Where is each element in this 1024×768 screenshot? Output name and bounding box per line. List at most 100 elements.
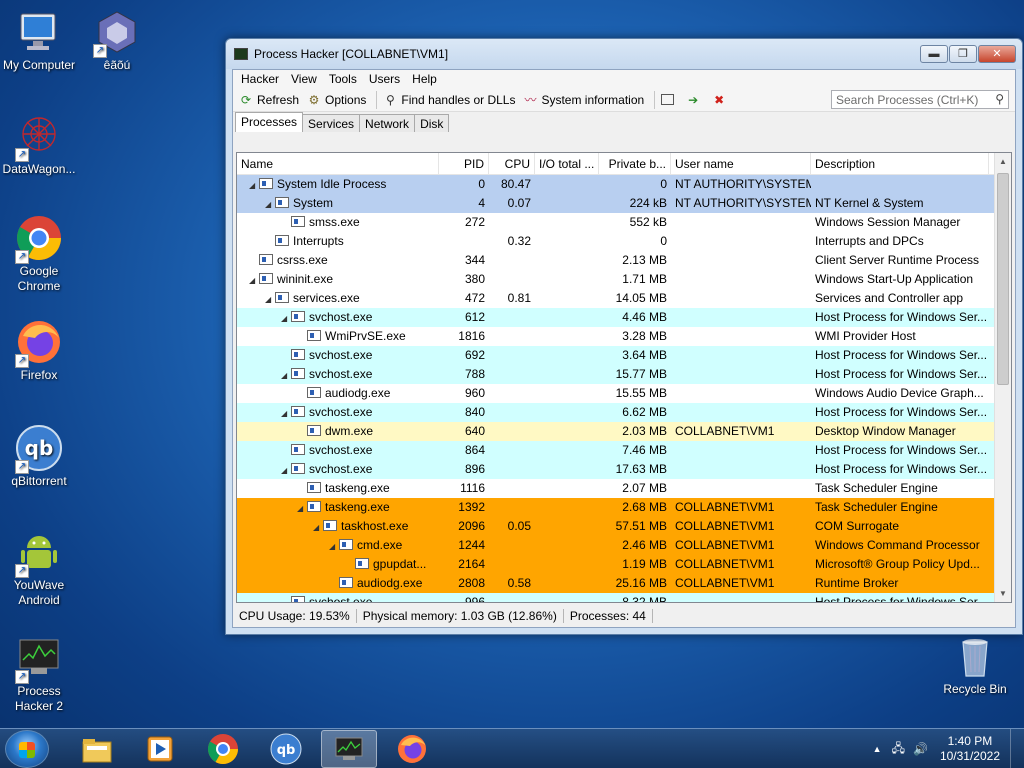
column-user-name[interactable]: User name	[671, 153, 811, 174]
process-row[interactable]: smss.exe 272 552 kB Windows Session Manager	[237, 213, 1011, 232]
process-icon	[275, 197, 289, 209]
process-row[interactable]: ◢ System Idle Process 0 80.47 0 NT AUTHORITY\…	[237, 175, 1011, 194]
process-row[interactable]: Interrupts 0.32 0 Interrupts and DPCs	[237, 232, 1011, 251]
column-private-bytes[interactable]: Private b...	[599, 153, 671, 174]
show-hidden-icons-icon[interactable]: ▲	[873, 744, 882, 754]
system-information-button[interactable]: 〰 System information	[521, 90, 650, 110]
process-icon	[275, 292, 289, 304]
process-row[interactable]: audiodg.exe 2808 0.58 25.16 MB COLLABNET\VM1…	[237, 574, 1011, 593]
process-row[interactable]: ◢ wininit.exe 380 1.71 MB Windows Start-Up A…	[237, 270, 1011, 289]
terminate-button[interactable]: ✖	[710, 90, 736, 110]
process-row[interactable]: svchost.exe 864 7.46 MB Host Process for Wi…	[237, 441, 1011, 460]
menu-tools[interactable]: Tools	[323, 72, 363, 86]
user-name-cell	[671, 460, 811, 479]
tab-disk[interactable]: Disk	[414, 114, 450, 132]
expand-triangle-icon[interactable]: ◢	[281, 309, 291, 327]
desktop-icon-my-computer[interactable]: My Computer	[0, 8, 78, 73]
process-row[interactable]: svchost.exe 692 3.64 MB Host Process for Wi…	[237, 346, 1011, 365]
desktop-icon-firefox[interactable]: ↗ Firefox	[0, 318, 78, 383]
expand-triangle-icon[interactable]: ◢	[281, 366, 291, 384]
column-cpu[interactable]: CPU	[489, 153, 535, 174]
refresh-button[interactable]: ⟳ Refresh	[237, 90, 305, 110]
show-desktop-button[interactable]	[1010, 729, 1024, 768]
maximize-button[interactable]: ❐	[949, 45, 977, 63]
expand-triangle-icon[interactable]: ◢	[329, 537, 339, 555]
column-description[interactable]: Description	[811, 153, 989, 174]
desktop-icon-chrome[interactable]: ↗ Google Chrome	[0, 214, 78, 294]
expand-triangle-icon[interactable]: ◢	[265, 195, 275, 213]
start-button[interactable]	[5, 729, 49, 768]
description-cell: Task Scheduler Engine	[815, 481, 938, 495]
desktop-icon-process-hacker[interactable]: ↗ Process Hacker 2	[0, 634, 78, 714]
search-input[interactable]: Search Processes (Ctrl+K) ⚲	[831, 90, 1009, 109]
process-row[interactable]: gpupdat... 2164 1.19 MB COLLABNET\VM1 Micros…	[237, 555, 1011, 574]
process-row[interactable]: taskeng.exe 1116 2.07 MB Task Scheduler Eng…	[237, 479, 1011, 498]
expand-triangle-icon[interactable]: ◢	[265, 290, 275, 308]
menu-help[interactable]: Help	[406, 72, 443, 86]
process-hacker-window[interactable]: Process Hacker [COLLABNET\VM1] ▬ ❐ ✕ Hac…	[225, 38, 1023, 635]
process-row[interactable]: ◢ svchost.exe 612 4.46 MB Host Process for W…	[237, 308, 1011, 327]
expand-triangle-icon[interactable]: ◢	[249, 176, 259, 194]
user-name-cell	[671, 327, 811, 346]
pid-cell: 472	[464, 291, 485, 305]
vertical-scrollbar[interactable]: ▲ ▼	[994, 153, 1011, 602]
process-row[interactable]: ◢ services.exe 472 0.81 14.05 MB Services and…	[237, 289, 1011, 308]
expand-triangle-icon[interactable]: ◢	[281, 461, 291, 479]
process-icon	[291, 406, 305, 418]
pid-cell: 380	[464, 272, 485, 286]
process-row[interactable]: ◢ taskhost.exe 2096 0.05 57.51 MB COLLABNET\V…	[237, 517, 1011, 536]
description-cell: Host Process for Windows Ser...	[815, 367, 988, 381]
process-row[interactable]: WmiPrvSE.exe 1816 3.28 MB WMI Provider Host	[237, 327, 1011, 346]
process-row[interactable]: audiodg.exe 960 15.55 MB Windows Audio Devi…	[237, 384, 1011, 403]
column-pid[interactable]: PID	[439, 153, 489, 174]
scroll-thumb[interactable]	[997, 173, 1009, 385]
window-frame-button[interactable]	[659, 90, 684, 110]
tab-processes[interactable]: Processes	[235, 112, 304, 132]
desktop-icon-datawagon[interactable]: ↗ DataWagon...	[0, 112, 78, 177]
options-button[interactable]: ⚙ Options	[305, 90, 372, 110]
tab-services[interactable]: Services	[302, 114, 361, 132]
tab-network[interactable]: Network	[359, 114, 416, 132]
process-row[interactable]: ◢ svchost.exe 788 15.77 MB Host Process for …	[237, 365, 1011, 384]
desktop-icon-youwave[interactable]: ↗ YouWave Android	[0, 528, 78, 608]
minimize-button[interactable]: ▬	[920, 45, 948, 63]
menu-hacker[interactable]: Hacker	[235, 72, 285, 86]
clock[interactable]: 1:40 PM 10/31/2022	[940, 734, 1000, 764]
taskbar-firefox[interactable]	[384, 730, 440, 768]
column-io-total[interactable]: I/O total ...	[535, 153, 599, 174]
process-row[interactable]: ◢ cmd.exe 1244 2.46 MB COLLABNET\VM1 Windows …	[237, 536, 1011, 555]
expand-triangle-icon[interactable]: ◢	[297, 499, 307, 517]
find-handles-button[interactable]: ⚲ Find handles or DLLs	[381, 90, 521, 110]
process-row[interactable]: csrss.exe 344 2.13 MB Client Server Runtime…	[237, 251, 1011, 270]
process-row[interactable]: svchost.exe 996 8.32 MB Host Process for Wi…	[237, 593, 1011, 602]
network-icon[interactable]: 🖧	[892, 739, 905, 760]
menu-view[interactable]: View	[285, 72, 323, 86]
scroll-up-icon[interactable]: ▲	[995, 153, 1011, 170]
scroll-down-icon[interactable]: ▼	[995, 585, 1011, 602]
process-tree[interactable]: Name PID CPU I/O total ... Private b... …	[236, 152, 1012, 603]
process-row[interactable]: ◢ svchost.exe 896 17.63 MB Host Process for …	[237, 460, 1011, 479]
taskbar-chrome[interactable]	[195, 730, 251, 768]
process-row[interactable]: ◢ taskeng.exe 1392 2.68 MB COLLABNET\VM1 Task…	[237, 498, 1011, 517]
column-name[interactable]: Name	[237, 153, 439, 174]
go-to-button[interactable]: ➔	[684, 90, 710, 110]
taskbar-qbittorrent[interactable]: qb	[258, 730, 314, 768]
taskbar-media-player[interactable]	[132, 730, 188, 768]
desktop-icon-recycle-bin[interactable]: Recycle Bin	[936, 632, 1014, 697]
desktop-icon-qbittorrent[interactable]: qb ↗ qBittorrent	[0, 424, 78, 489]
expand-triangle-icon[interactable]: ◢	[249, 271, 259, 289]
expand-triangle-icon[interactable]: ◢	[313, 518, 323, 536]
title-bar[interactable]: Process Hacker [COLLABNET\VM1] ▬ ❐ ✕	[226, 39, 1022, 69]
taskbar-explorer[interactable]	[69, 730, 125, 768]
desktop-icon-cube[interactable]: ↗ êãõú	[78, 8, 156, 73]
process-icon	[275, 235, 289, 247]
menu-users[interactable]: Users	[363, 72, 406, 86]
process-row[interactable]: dwm.exe 640 2.03 MB COLLABNET\VM1 Desktop Wi…	[237, 422, 1011, 441]
process-row[interactable]: ◢ System 4 0.07 224 kB NT AUTHORITY\SYSTEM NT …	[237, 194, 1011, 213]
process-row[interactable]: ◢ svchost.exe 840 6.62 MB Host Process for W…	[237, 403, 1011, 422]
taskbar-process-hacker[interactable]	[321, 729, 377, 768]
user-name-cell	[671, 403, 811, 422]
expand-triangle-icon[interactable]: ◢	[281, 404, 291, 422]
close-button[interactable]: ✕	[978, 45, 1016, 63]
volume-icon[interactable]: 🔊	[913, 742, 928, 756]
